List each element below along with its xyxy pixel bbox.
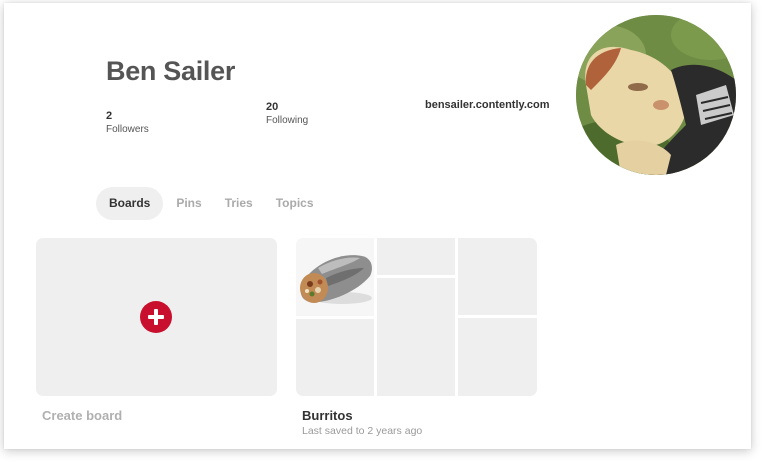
create-board-card[interactable] <box>36 238 277 396</box>
followers-count: 2 <box>106 110 113 122</box>
followers-stat[interactable]: 2 Followers <box>106 110 149 136</box>
profile-tabs: Boards Pins Tries Topics <box>96 187 327 220</box>
tab-boards[interactable]: Boards <box>96 187 164 220</box>
following-label: Following <box>266 115 309 126</box>
board-cover-tile <box>458 318 537 396</box>
board-cover-tile <box>377 238 455 275</box>
board-cover-image <box>296 238 374 316</box>
website-link[interactable]: bensailer.contently.com <box>425 99 550 111</box>
tab-topics[interactable]: Topics <box>266 187 324 220</box>
tab-pins[interactable]: Pins <box>166 187 211 220</box>
board-title-burritos[interactable]: Burritos <box>302 408 353 423</box>
plus-icon[interactable] <box>140 301 172 333</box>
profile-name: Ben Sailer <box>106 56 236 86</box>
board-cover-tile <box>296 319 374 396</box>
board-card-burritos[interactable] <box>296 238 537 396</box>
following-count: 20 <box>266 101 279 113</box>
board-cover-tile <box>458 238 537 315</box>
profile-page: Ben Sailer 2 Followers 20 Following bens… <box>4 3 751 449</box>
tab-tries[interactable]: Tries <box>215 187 263 220</box>
create-board-label[interactable]: Create board <box>42 408 122 423</box>
following-stat[interactable]: 20 Following <box>266 101 308 127</box>
board-subtitle: Last saved to 2 years ago <box>302 425 423 437</box>
followers-label: Followers <box>106 124 149 135</box>
avatar[interactable] <box>576 15 736 175</box>
avatar-photo <box>576 15 736 175</box>
board-cover-tile <box>377 278 455 396</box>
burrito-image <box>296 238 374 316</box>
